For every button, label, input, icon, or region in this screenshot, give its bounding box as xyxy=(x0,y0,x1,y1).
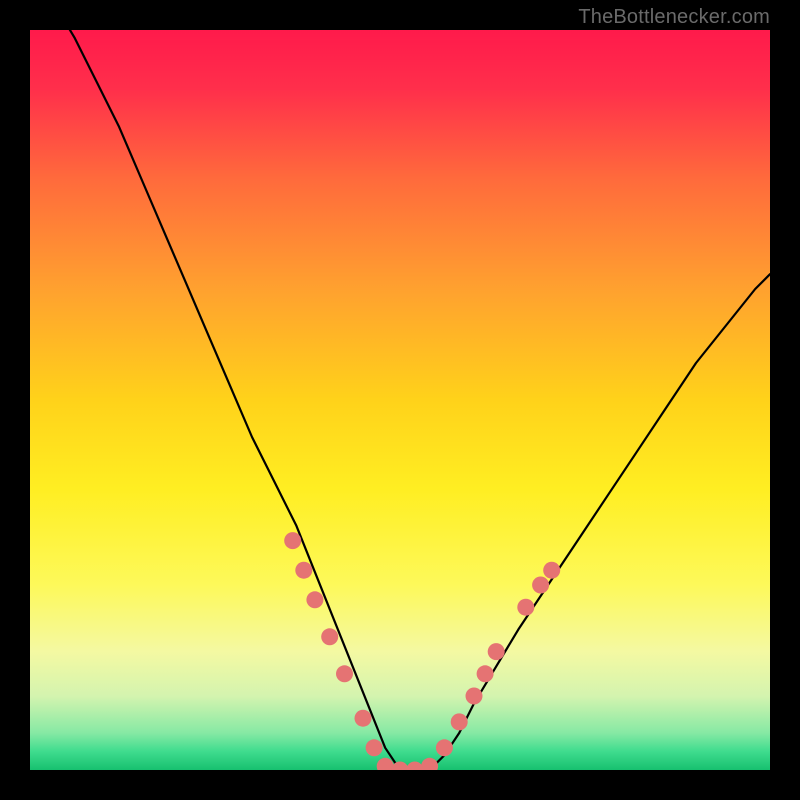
data-marker xyxy=(543,562,560,579)
chart-frame: TheBottlenecker.com xyxy=(0,0,800,800)
attribution-label: TheBottlenecker.com xyxy=(578,6,770,29)
data-marker xyxy=(355,710,372,727)
chart-svg xyxy=(30,30,770,770)
data-markers xyxy=(284,532,560,770)
data-marker xyxy=(466,688,483,705)
plot-area xyxy=(30,30,770,770)
data-marker xyxy=(532,577,549,594)
data-marker xyxy=(451,713,468,730)
data-marker xyxy=(366,739,383,756)
data-marker xyxy=(406,762,423,771)
data-marker xyxy=(436,739,453,756)
data-marker xyxy=(477,665,494,682)
data-marker xyxy=(336,665,353,682)
data-marker xyxy=(295,562,312,579)
data-marker xyxy=(284,532,301,549)
data-marker xyxy=(421,758,438,770)
data-marker xyxy=(321,628,338,645)
data-marker xyxy=(517,599,534,616)
data-marker xyxy=(377,758,394,770)
data-marker xyxy=(488,643,505,660)
bottleneck-curve xyxy=(30,30,770,770)
data-marker xyxy=(306,591,323,608)
